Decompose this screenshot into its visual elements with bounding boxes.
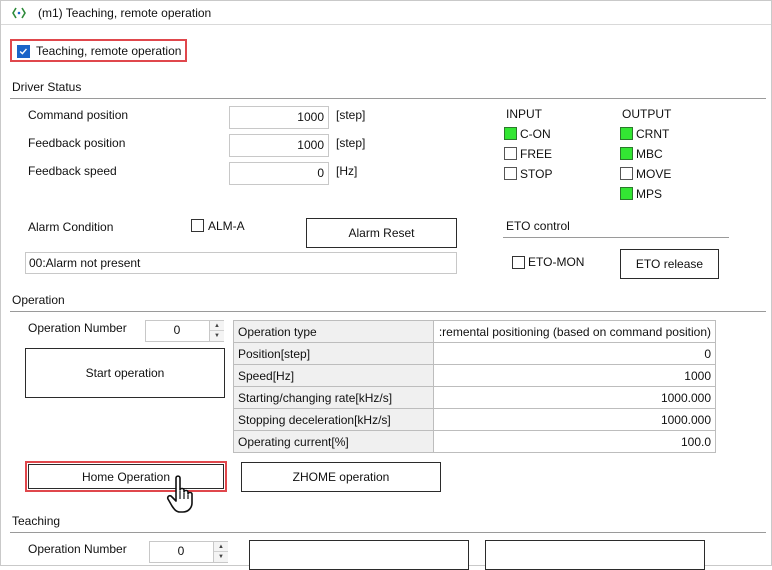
operation-title: Operation xyxy=(12,293,65,307)
chevron-down-icon[interactable]: ▼ xyxy=(210,331,224,341)
table-key: Operation type xyxy=(233,320,434,343)
input-led-free xyxy=(504,147,517,160)
output-led-mps xyxy=(620,187,633,200)
start-operation-button[interactable]: Start operation xyxy=(25,348,225,398)
output-led-move xyxy=(620,167,633,180)
eto-mon-label: ETO-MON xyxy=(528,255,585,269)
feedback-speed-label: Feedback speed xyxy=(28,164,117,178)
teaching-divider xyxy=(10,532,766,533)
table-key: Position[step] xyxy=(233,342,434,365)
teaching-icon xyxy=(12,7,26,19)
table-value: 1000.000 xyxy=(433,386,716,409)
table-value: 100.0 xyxy=(433,430,716,453)
check-icon xyxy=(19,48,27,55)
hand-cursor-icon xyxy=(166,475,193,513)
table-value: 1000 xyxy=(433,364,716,387)
command-position-unit: [step] xyxy=(336,108,366,122)
enable-label: Teaching, remote operation xyxy=(36,44,182,58)
teaching-number-value: 0 xyxy=(177,544,185,558)
table-key: Stopping deceleration[kHz/s] xyxy=(233,408,434,431)
output-label-crnt: CRNT xyxy=(636,127,670,141)
table-row: Speed[Hz] 1000 xyxy=(233,364,716,387)
command-position-value: 1000 xyxy=(229,106,329,129)
table-key: Speed[Hz] xyxy=(233,364,434,387)
feedback-position-value: 1000 xyxy=(229,134,329,157)
stepper-arrows: ▲ ▼ xyxy=(213,542,228,562)
title-bar: (m1) Teaching, remote operation xyxy=(1,1,771,25)
teaching-number-stepper[interactable]: 0 ▲ ▼ xyxy=(149,541,228,563)
teaching-title: Teaching xyxy=(12,514,61,528)
zhome-operation-button[interactable]: ZHOME operation xyxy=(241,462,441,492)
output-led-crnt xyxy=(620,127,633,140)
enable-checkbox[interactable] xyxy=(17,45,30,58)
table-row: Starting/changing rate[kHz/s] 1000.000 xyxy=(233,386,716,409)
operation-number-value: 0 xyxy=(173,323,181,337)
table-row: Position[step] 0 xyxy=(233,342,716,365)
table-key: Starting/changing rate[kHz/s] xyxy=(233,386,434,409)
table-value: 0 xyxy=(433,342,716,365)
table-row: Stopping deceleration[kHz/s] 1000.000 xyxy=(233,408,716,431)
eto-mon-checkbox xyxy=(512,256,525,269)
feedback-position-label: Feedback position xyxy=(28,136,126,150)
feedback-position-unit: [step] xyxy=(336,136,366,150)
table-key: Operating current[%] xyxy=(233,430,434,453)
table-value: :remental positioning (based on command … xyxy=(433,320,716,343)
eto-release-button[interactable]: ETO release xyxy=(620,249,719,279)
alm-a-checkbox xyxy=(191,219,204,232)
operation-divider xyxy=(10,311,766,312)
chevron-up-icon[interactable]: ▲ xyxy=(214,542,228,552)
operation-table: Operation type :remental positioning (ba… xyxy=(233,320,716,453)
input-label-stop: STOP xyxy=(520,167,553,181)
driver-status-title: Driver Status xyxy=(12,80,82,94)
chevron-down-icon[interactable]: ▼ xyxy=(214,552,228,562)
alm-a-label: ALM-A xyxy=(208,219,245,233)
table-row: Operating current[%] 100.0 xyxy=(233,430,716,453)
input-led-stop xyxy=(504,167,517,180)
alarm-condition-label: Alarm Condition xyxy=(28,220,114,234)
operation-number-label: Operation Number xyxy=(28,321,127,335)
input-title: INPUT xyxy=(506,107,542,121)
feedback-speed-unit: [Hz] xyxy=(336,164,358,178)
operation-number-stepper[interactable]: 0 ▲ ▼ xyxy=(145,320,224,342)
table-value: 1000.000 xyxy=(433,408,716,431)
command-position-label: Command position xyxy=(28,108,129,122)
stepper-arrows: ▲ ▼ xyxy=(209,321,224,341)
output-label-move: MOVE xyxy=(636,167,672,181)
input-label-free: FREE xyxy=(520,147,553,161)
input-label-c-on: C-ON xyxy=(520,127,551,141)
window-title: (m1) Teaching, remote operation xyxy=(38,6,212,20)
table-row: Operation type :remental positioning (ba… xyxy=(233,320,716,343)
alarm-reset-button[interactable]: Alarm Reset xyxy=(306,218,457,248)
driver-status-divider xyxy=(10,98,766,99)
input-led-c-on xyxy=(504,127,517,140)
feedback-speed-value: 0 xyxy=(229,162,329,185)
output-led-mbc xyxy=(620,147,633,160)
eto-control-title: ETO control xyxy=(506,219,570,233)
chevron-up-icon[interactable]: ▲ xyxy=(210,321,224,331)
eto-divider xyxy=(503,237,729,238)
output-label-mbc: MBC xyxy=(636,147,663,161)
output-label-mps: MPS xyxy=(636,187,663,201)
teaching-number-label: Operation Number xyxy=(28,542,127,556)
alarm-status-box: 00:Alarm not present xyxy=(25,252,457,274)
output-title: OUTPUT xyxy=(622,107,672,121)
